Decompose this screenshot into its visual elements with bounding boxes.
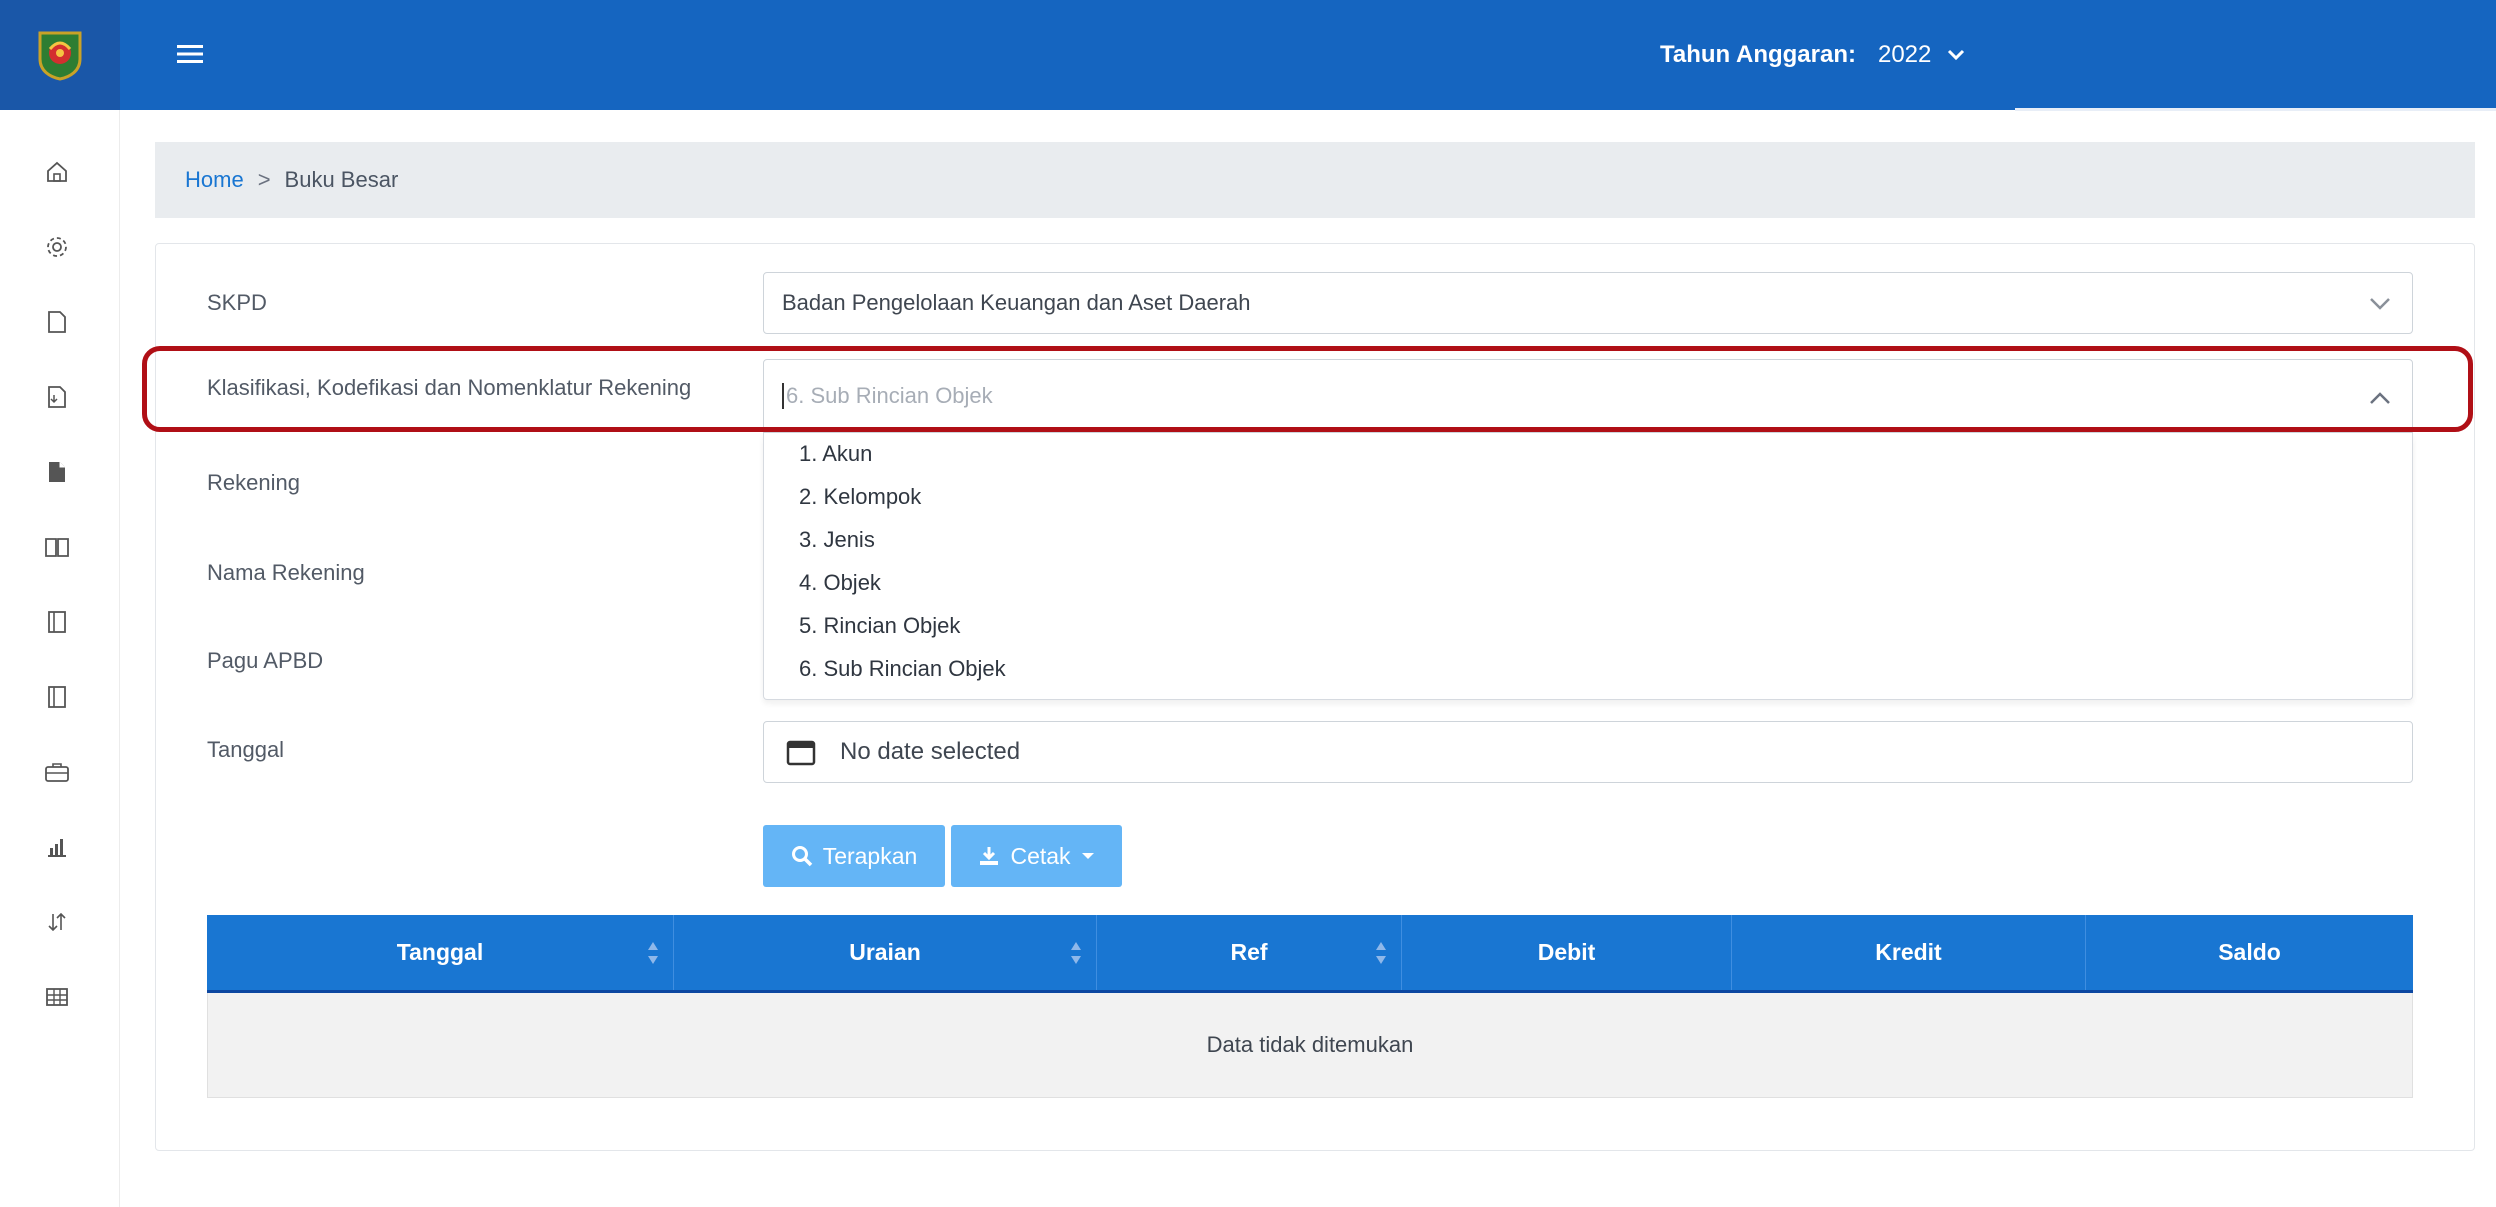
apply-button[interactable]: Terapkan <box>763 825 945 887</box>
sidebar-notebook-alt-icon[interactable] <box>42 682 72 712</box>
klasifikasi-search-input[interactable]: 6. Sub Rincian Objek <box>786 383 993 409</box>
calendar-icon <box>786 740 816 766</box>
fiscal-year-label: Tahun Anggaran: <box>1660 41 1856 68</box>
column-header-ref[interactable]: Ref <box>1097 915 1402 990</box>
breadcrumb-home-link[interactable]: Home <box>185 167 244 193</box>
navbar-underline <box>2015 108 2496 111</box>
sidebar-gear-icon[interactable] <box>42 232 72 262</box>
skpd-select[interactable]: Badan Pengelolaan Keuangan dan Aset Daer… <box>763 272 2413 334</box>
sidebar-book-open-icon[interactable] <box>42 532 72 562</box>
sidebar <box>0 110 120 1207</box>
apply-button-label: Terapkan <box>822 842 918 869</box>
sidebar-home-icon[interactable] <box>42 157 72 187</box>
column-header-label: Tanggal <box>396 939 484 965</box>
column-header-kredit: Kredit <box>1732 915 2086 990</box>
sidebar-file-filled-icon[interactable] <box>42 457 72 487</box>
ledger-table: Tanggal Uraian Ref Debit Kredit Saldo Da… <box>207 915 2413 1098</box>
skpd-label: SKPD <box>207 290 267 315</box>
fiscal-year-dropdown[interactable]: 2022 <box>1878 41 1965 69</box>
dropdown-option-akun[interactable]: 1. Akun <box>799 441 872 467</box>
klasifikasi-dropdown-menu: 1. Akun 2. Kelompok 3. Jenis 4. Objek 5.… <box>763 433 2413 700</box>
sidebar-file-icon[interactable] <box>42 307 72 337</box>
chevron-up-icon <box>2370 392 2390 404</box>
sidebar-bar-chart-icon[interactable] <box>42 832 72 862</box>
table-empty-row: Data tidak ditemukan <box>207 993 2413 1098</box>
fiscal-year-selector: Tahun Anggaran: 2022 <box>1660 30 1965 80</box>
text-cursor <box>782 383 784 409</box>
dropdown-option-jenis[interactable]: 3. Jenis <box>799 527 875 553</box>
sidebar-file-export-icon[interactable] <box>42 382 72 412</box>
search-icon <box>791 846 812 867</box>
column-header-debit: Debit <box>1402 915 1732 990</box>
print-button-label: Cetak <box>1010 842 1071 869</box>
column-header-label: Uraian <box>849 939 921 965</box>
dropdown-option-sub-rincian-objek[interactable]: 6. Sub Rincian Objek <box>799 656 1006 682</box>
print-dropdown-button[interactable]: Cetak <box>951 825 1122 887</box>
hamburger-icon <box>177 45 203 63</box>
pagu-apbd-label: Pagu APBD <box>207 648 324 673</box>
nama-rekening-label: Nama Rekening <box>207 560 365 585</box>
klasifikasi-label: Klasifikasi, Kodefikasi dan Nomenklatur … <box>207 375 692 400</box>
klasifikasi-select[interactable]: 6. Sub Rincian Objek <box>763 359 2413 433</box>
app-logo[interactable] <box>0 0 120 110</box>
rekening-label: Rekening <box>207 470 300 495</box>
sidebar-table-icon[interactable] <box>42 982 72 1012</box>
sidebar-briefcase-icon[interactable] <box>42 757 72 787</box>
column-header-label: Kredit <box>1875 939 1942 965</box>
sort-icon <box>1071 942 1081 964</box>
sort-icon <box>648 942 658 964</box>
empty-message: Data tidak ditemukan <box>1206 1032 1414 1057</box>
hamburger-menu-button[interactable] <box>170 34 210 74</box>
emblem-icon <box>38 31 82 81</box>
breadcrumb: Home > Buku Besar <box>155 142 2475 218</box>
sort-icon <box>1376 942 1386 964</box>
fiscal-year-value: 2022 <box>1877 41 1932 68</box>
column-header-uraian[interactable]: Uraian <box>674 915 1097 990</box>
dropdown-option-rincian-objek[interactable]: 5. Rincian Objek <box>799 613 960 639</box>
column-header-label: Debit <box>1537 939 1596 965</box>
date-placeholder: No date selected <box>840 738 1021 765</box>
column-header-tanggal[interactable]: Tanggal <box>207 915 674 990</box>
chevron-down-icon <box>1948 49 1965 61</box>
dropdown-option-kelompok[interactable]: 2. Kelompok <box>799 484 921 510</box>
table-header: Tanggal Uraian Ref Debit Kredit Saldo <box>207 915 2413 993</box>
top-navbar: Tahun Anggaran: 2022 <box>0 0 2496 110</box>
chevron-down-icon <box>2370 298 2390 310</box>
sidebar-notebook-icon[interactable] <box>42 607 72 637</box>
tanggal-label: Tanggal <box>207 737 285 762</box>
sidebar-sort-arrows-icon[interactable] <box>42 907 72 937</box>
breadcrumb-separator: > <box>257 167 271 192</box>
download-icon <box>980 847 999 865</box>
caret-down-icon <box>1081 853 1094 859</box>
column-header-saldo: Saldo <box>2086 915 2413 990</box>
column-header-label: Ref <box>1230 939 1268 965</box>
dropdown-option-objek[interactable]: 4. Objek <box>799 570 881 596</box>
skpd-selected-value: Badan Pengelolaan Keuangan dan Aset Daer… <box>782 290 1251 315</box>
column-header-label: Saldo <box>2218 939 2281 965</box>
date-picker-input[interactable]: No date selected <box>763 721 2413 783</box>
breadcrumb-current: Buku Besar <box>284 167 399 192</box>
